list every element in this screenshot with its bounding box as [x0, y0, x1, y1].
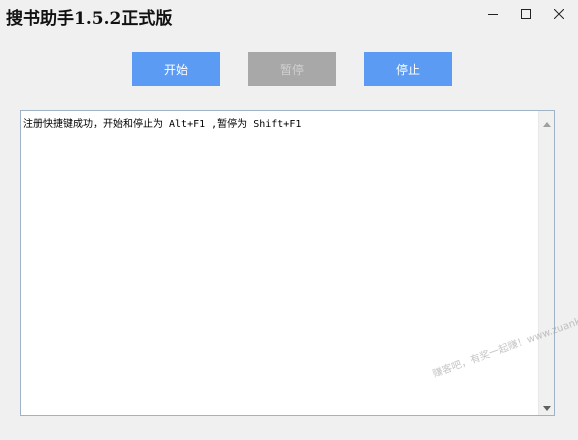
maximize-button[interactable]	[509, 0, 543, 28]
log-textarea[interactable]: 注册快捷键成功，开始和停止为 Alt+F1 ,暂停为 Shift+F1	[20, 110, 555, 416]
minimize-button[interactable]	[476, 0, 510, 28]
minimize-icon	[488, 9, 498, 19]
log-line: 注册快捷键成功，开始和停止为 Alt+F1 ,暂停为 Shift+F1	[23, 119, 302, 130]
title-bar[interactable]: 搜书助手1.5.2正式版	[0, 0, 578, 30]
vertical-scrollbar[interactable]	[538, 111, 554, 415]
pause-button[interactable]: 暂停	[248, 52, 336, 86]
close-icon	[554, 9, 564, 19]
stop-button[interactable]: 停止	[364, 52, 452, 86]
start-button[interactable]: 开始	[132, 52, 220, 86]
scroll-down-arrow-icon	[543, 396, 551, 415]
scroll-up-arrow-icon	[543, 112, 551, 131]
scroll-down-button[interactable]	[539, 397, 555, 413]
app-window: 搜书助手1.5.2正式版 开始 暂停 停止 注册快捷键成功，开始和停止为 Alt…	[0, 0, 578, 440]
window-title: 搜书助手1.5.2正式版	[6, 9, 173, 29]
scroll-up-button[interactable]	[539, 113, 555, 129]
close-button[interactable]	[542, 0, 576, 28]
maximize-icon	[521, 9, 531, 19]
